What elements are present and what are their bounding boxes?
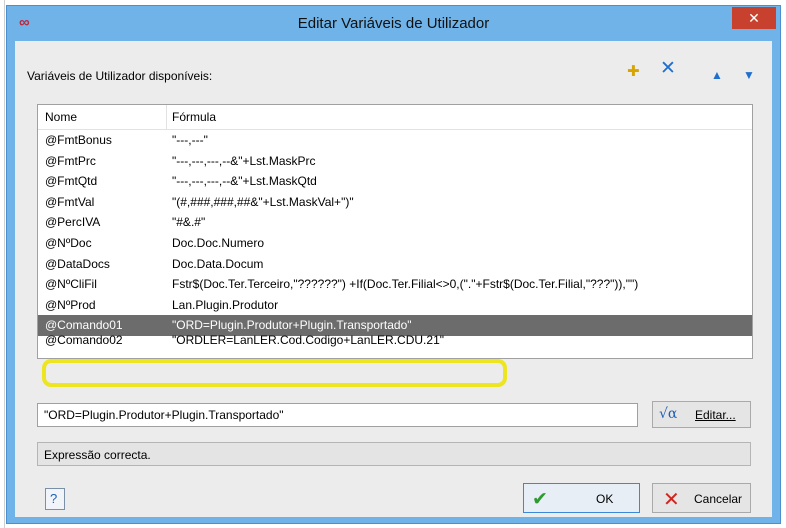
variable-formula-cell: "#&.#" bbox=[172, 215, 206, 230]
variable-name-cell: @FmtPrc bbox=[45, 153, 96, 168]
column-header-formula[interactable]: Fórmula bbox=[172, 110, 216, 124]
highlight-annotation bbox=[42, 359, 507, 387]
variable-name-cell: @Comando02 bbox=[45, 332, 123, 347]
table-header: Nome Fórmula bbox=[38, 105, 752, 130]
variable-formula-cell: "---,---,---,--&"+Lst.MaskPrc bbox=[172, 153, 316, 168]
new-variable-icon[interactable]: ✚ bbox=[627, 63, 640, 81]
background-window-edge bbox=[0, 0, 5, 528]
column-separator[interactable] bbox=[166, 105, 167, 129]
variable-name-cell: @FmtVal bbox=[45, 194, 95, 209]
variable-formula-cell: Doc.Data.Docum bbox=[172, 256, 264, 271]
window-title: Editar Variáveis de Utilizador bbox=[297, 15, 490, 32]
help-icon: ? bbox=[50, 491, 58, 506]
variable-name-cell: @NºDoc bbox=[45, 235, 92, 250]
variable-name-cell: @DataDocs bbox=[45, 256, 110, 271]
table-row[interactable]: @FmtQtd "---,---,---,--&"+Lst.MaskQtd bbox=[38, 171, 752, 192]
close-button[interactable]: ✕ bbox=[732, 7, 776, 29]
variable-formula-cell: Doc.Doc.Numero bbox=[172, 235, 265, 250]
variable-formula-cell: "---,---,---,--&"+Lst.MaskQtd bbox=[172, 174, 317, 189]
variable-formula-cell: "(#,###,###,##&"+Lst.MaskVal+")" bbox=[172, 194, 354, 209]
variable-formula-cell: "ORDLER=LanLER.Cod.Codigo+LanLER.CDU.21" bbox=[172, 332, 444, 347]
table-row[interactable]: @NºCliFil Fstr$(Doc.Ter.Terceiro,"??????"… bbox=[38, 274, 752, 295]
table-row[interactable]: @NºProd Lan.Plugin.Produtor bbox=[38, 295, 752, 316]
table-row[interactable]: @DataDocs Doc.Data.Docum bbox=[38, 254, 752, 275]
variable-name-cell: @NºProd bbox=[45, 297, 96, 312]
edit-expression-button[interactable]: √α Editar... bbox=[652, 401, 751, 428]
edit-button-label: Editar... bbox=[695, 408, 736, 422]
cancel-button[interactable]: ✕ Cancelar bbox=[652, 483, 751, 513]
move-up-icon[interactable]: ▲ bbox=[711, 66, 723, 84]
cancel-button-label: Cancelar bbox=[694, 492, 743, 506]
table-row[interactable]: @PercIVA "#&.#" bbox=[38, 212, 752, 233]
variable-name-cell: @NºCliFil bbox=[45, 277, 97, 292]
title-bar[interactable]: ∞ Editar Variáveis de Utilizador ✕ bbox=[7, 6, 780, 40]
table-row[interactable]: @FmtVal "(#,###,###,##&"+Lst.MaskVal+")" bbox=[38, 192, 752, 213]
variable-formula-cell: "---,---" bbox=[172, 133, 208, 147]
variables-table[interactable]: Nome Fórmula @FmtBonus "---,---" @FmtPrc "-… bbox=[37, 104, 753, 359]
table-row[interactable]: @Comando02 "ORDLER=LanLER.Cod.Codigo+LanL… bbox=[38, 330, 752, 351]
formula-sqrt-icon: √α bbox=[659, 406, 678, 422]
available-variables-label: Variáveis de Utilizador disponíveis: bbox=[27, 69, 213, 83]
delete-icon[interactable]: ✕ bbox=[660, 59, 676, 78]
formula-expression-input[interactable] bbox=[37, 403, 638, 427]
ok-button-label: OK bbox=[596, 492, 614, 506]
variable-name-cell: @FmtQtd bbox=[45, 174, 98, 189]
column-header-name[interactable]: Nome bbox=[45, 110, 77, 124]
ok-button[interactable]: ✔ OK bbox=[523, 483, 640, 513]
table-body: @FmtBonus "---,---" @FmtPrc "---,---,---,--… bbox=[38, 130, 752, 351]
status-message: Expressão correcta. bbox=[37, 442, 751, 466]
variable-formula-cell: Fstr$(Doc.Ter.Terceiro,"??????") +If(Doc… bbox=[172, 277, 639, 292]
variable-name-cell: @FmtBonus bbox=[45, 133, 112, 147]
close-icon: ✕ bbox=[748, 10, 760, 26]
variable-name-cell: @PercIVA bbox=[45, 215, 101, 230]
variable-formula-cell: Lan.Plugin.Produtor bbox=[172, 297, 279, 312]
help-button[interactable]: ? bbox=[45, 488, 65, 510]
table-row[interactable]: @FmtBonus "---,---" bbox=[38, 130, 752, 151]
table-row[interactable]: @NºDoc Doc.Doc.Numero bbox=[38, 233, 752, 254]
table-row[interactable]: @FmtPrc "---,---,---,--&"+Lst.MaskPrc bbox=[38, 151, 752, 172]
edit-user-variables-dialog: ∞ Editar Variáveis de Utilizador ✕ Variá… bbox=[6, 5, 781, 524]
move-down-icon[interactable]: ▼ bbox=[743, 66, 755, 84]
cancel-x-icon: ✕ bbox=[663, 489, 680, 511]
checkmark-icon: ✔ bbox=[532, 489, 548, 510]
dialog-client-area: Variáveis de Utilizador disponíveis: ✚ ✕… bbox=[15, 41, 772, 517]
